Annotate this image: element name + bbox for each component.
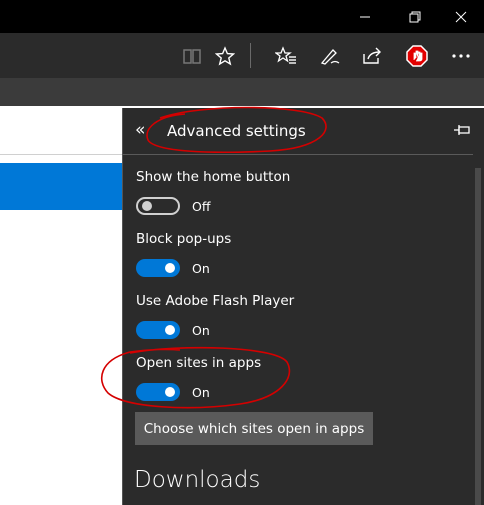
toggle-knob bbox=[165, 263, 175, 273]
toggle-state-open-sites-in-apps: On bbox=[192, 385, 210, 400]
downloads-heading: Downloads bbox=[134, 467, 261, 493]
choose-sites-button[interactable]: Choose which sites open in apps bbox=[135, 412, 373, 445]
back-icon[interactable]: « bbox=[135, 120, 145, 140]
toggle-state-home-button: Off bbox=[192, 199, 211, 214]
panel-title: Advanced settings bbox=[167, 122, 306, 140]
setting-label-open-sites-in-apps: Open sites in apps bbox=[136, 355, 262, 371]
web-note-icon[interactable] bbox=[310, 33, 350, 78]
title-bar bbox=[0, 0, 484, 33]
hub-icon[interactable] bbox=[266, 33, 306, 78]
close-icon[interactable] bbox=[438, 0, 484, 33]
favorite-star-icon[interactable] bbox=[205, 33, 245, 78]
toggle-knob bbox=[165, 325, 175, 335]
favorites-bar bbox=[0, 78, 484, 106]
advanced-settings-panel: « Advanced settings Show the home button… bbox=[122, 108, 484, 505]
scrollbar[interactable] bbox=[475, 168, 481, 505]
more-icon[interactable] bbox=[441, 33, 481, 78]
adblock-icon[interactable] bbox=[397, 33, 437, 78]
minimize-icon[interactable] bbox=[342, 0, 388, 33]
setting-label-flash-player: Use Adobe Flash Player bbox=[136, 293, 295, 309]
setting-label-home-button: Show the home button bbox=[136, 169, 291, 185]
setting-label-block-popups: Block pop-ups bbox=[136, 231, 232, 247]
browser-toolbar bbox=[0, 33, 484, 78]
block-popups-toggle[interactable] bbox=[136, 259, 180, 277]
restore-icon[interactable] bbox=[392, 0, 438, 33]
pin-icon[interactable] bbox=[453, 122, 471, 141]
header-divider bbox=[123, 154, 473, 155]
home-button-toggle[interactable] bbox=[136, 197, 180, 215]
panel-header: « Advanced settings bbox=[123, 108, 484, 154]
toggle-knob bbox=[142, 201, 152, 211]
open-sites-in-apps-toggle[interactable] bbox=[136, 383, 180, 401]
page-blue-banner bbox=[0, 163, 122, 210]
toggle-knob bbox=[165, 387, 175, 397]
toolbar-divider bbox=[250, 43, 251, 68]
share-icon[interactable] bbox=[352, 33, 392, 78]
page-divider bbox=[0, 154, 122, 155]
toggle-state-flash-player: On bbox=[192, 323, 210, 338]
flash-player-toggle[interactable] bbox=[136, 321, 180, 339]
toggle-state-block-popups: On bbox=[192, 261, 210, 276]
